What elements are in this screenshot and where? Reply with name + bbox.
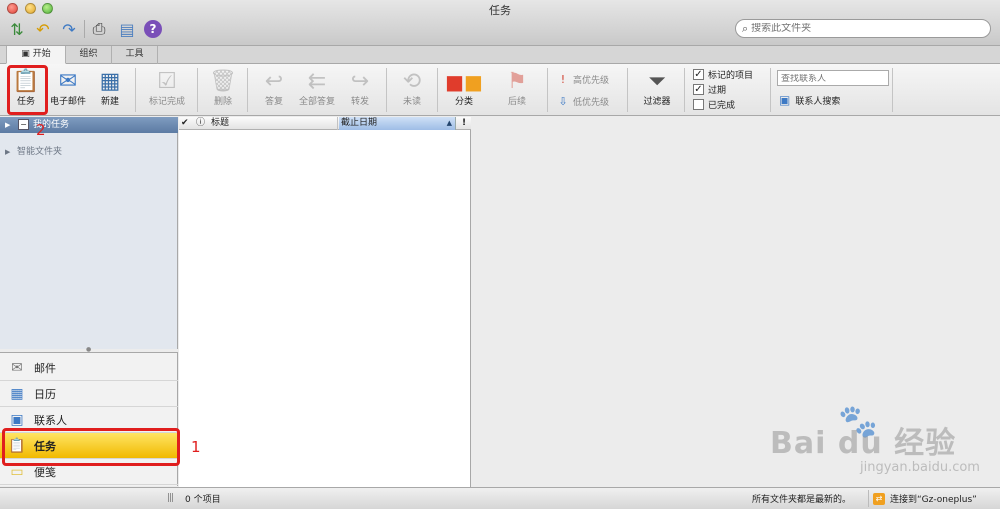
annotation-box-new-task [7, 65, 48, 115]
contact-search-button[interactable]: ▣ 联系人搜索 [779, 93, 840, 107]
follow-up-dropdown[interactable]: ⚑ 后续 [496, 68, 538, 112]
mail-icon: ✉ [11, 359, 23, 376]
forward-icon: ↪ [350, 69, 370, 94]
send-receive-icon[interactable]: ⇅ [6, 18, 28, 40]
annotation-number-2: 2 [36, 121, 46, 139]
ribbon-divider [135, 68, 136, 112]
folder-my-tasks[interactable]: ▶ − 我的任务 [0, 117, 178, 133]
new-email-button[interactable]: ✉ 电子邮件 [48, 68, 88, 112]
nav-item-mail[interactable]: ✉ 邮件 [0, 355, 178, 381]
overdue-checkbox[interactable]: ✓ 过期 [693, 83, 726, 96]
contacts-icon: ▣ [10, 411, 24, 428]
column-priority[interactable]: ! [457, 117, 471, 130]
reply-icon: ↩ [264, 69, 284, 94]
email-envelope-icon: ✉ [58, 69, 78, 94]
completed-column-icon[interactable]: ✔ [181, 117, 195, 130]
window-title: 任务 [489, 4, 511, 17]
ribbon-divider [197, 68, 198, 112]
flag-icon: ⚑ [507, 69, 527, 94]
tab-home-label: 开始 [32, 49, 51, 59]
ribbon-divider [892, 68, 893, 112]
disclosure-triangle-icon[interactable]: ▶ [5, 144, 10, 160]
column-due-date[interactable]: 截止日期 ▲ [339, 117, 456, 130]
baidu-watermark: 🐾 Bai du 经验 jingyan.baidu.com [742, 400, 992, 490]
find-contact-input[interactable] [778, 74, 886, 84]
search-field[interactable]: ⌕ [735, 19, 991, 38]
completed-checkbox[interactable]: 已完成 [693, 98, 735, 111]
unchecked-icon [693, 99, 704, 110]
sync-status: 所有文件夹都是最新的。 [752, 495, 852, 505]
contact-card-icon: ▣ [779, 93, 791, 107]
forward-button[interactable]: ↪ 转发 [342, 68, 378, 112]
categorize-dropdown[interactable]: ■■ 分类 [444, 68, 484, 112]
filters-dropdown[interactable]: ⏷ 过滤器 [636, 68, 678, 112]
info-column-icon[interactable]: ⓘ [196, 117, 208, 130]
annotation-number-1: 1 [191, 438, 201, 456]
funnel-icon: ⏷ [648, 69, 666, 94]
reply-button[interactable]: ↩ 答复 [256, 68, 292, 112]
tab-home[interactable]: ▣ 开始 [6, 46, 66, 64]
sort-ascending-icon: ▲ [446, 119, 452, 127]
undo-icon[interactable]: ↶ [32, 18, 54, 40]
task-folder-icon: − [18, 119, 29, 130]
calendar-view-icon[interactable]: ▤ [116, 18, 138, 40]
ribbon-divider [770, 68, 771, 112]
column-title[interactable]: 标题 [210, 117, 338, 130]
low-priority-button[interactable]: ⇩ 低优先级 [556, 95, 609, 108]
home-tab-icon: ▣ [21, 49, 30, 59]
find-contact-field[interactable] [777, 70, 889, 86]
unread-icon: ⟲ [402, 69, 422, 94]
folder-pane: ▶ − 我的任务 ▶ 智能文件夹 [0, 117, 178, 349]
folder-smart-folders[interactable]: ▶ 智能文件夹 [0, 144, 178, 160]
status-bar: ||| 0 个项目 所有文件夹都是最新的。 ⇄ 连接到“Gz-oneplus” [0, 487, 1000, 509]
ribbon-divider [627, 68, 628, 112]
nav-item-calendar[interactable]: ▦ 日历 [0, 381, 178, 407]
tab-organize[interactable]: 组织 [66, 46, 112, 64]
connection-status[interactable]: ⇄ 连接到“Gz-oneplus” [868, 490, 977, 507]
help-icon[interactable]: ? [144, 20, 162, 38]
print-icon[interactable]: ⎙ [88, 18, 110, 40]
high-priority-icon: ! [560, 73, 566, 86]
checked-icon: ✓ [693, 69, 704, 80]
title-bar: 任务 ⇅ ↶ ↷ ⎙ ▤ ? ⌕ [0, 0, 1000, 46]
categorize-icon: ■■ [445, 70, 483, 94]
search-icon: ⌕ [742, 21, 749, 35]
ribbon-divider [437, 68, 438, 112]
task-list: ✔ ⓘ 标题 截止日期 ▲ ! [179, 117, 471, 487]
ribbon: 📋 任务 ✉ 电子邮件 ▦ 新建 ☑ 标记完成 🗑 删除 ↩ 答复 ⇇ 全部答复… [0, 64, 1000, 116]
annotation-box-tasks [2, 428, 180, 466]
watermark-text: Bai du 经验 [770, 426, 957, 461]
trash-icon: 🗑 [209, 69, 237, 94]
tab-tools[interactable]: 工具 [112, 46, 158, 64]
flagged-items-checkbox[interactable]: ✓ 标记的项目 [693, 68, 753, 81]
redo-icon[interactable]: ↷ [58, 18, 80, 40]
high-priority-button[interactable]: ! 高优先级 [556, 73, 609, 86]
calendar-icon: ▦ [10, 385, 24, 402]
unread-button[interactable]: ⟲ 未读 [394, 68, 430, 112]
ribbon-tabs: ▣ 开始 组织 工具 [0, 46, 1000, 64]
mark-complete-button[interactable]: ☑ 标记完成 [145, 68, 189, 112]
mark-complete-icon: ☑ [157, 69, 177, 94]
watermark-url: jingyan.baidu.com [860, 460, 980, 475]
reply-all-icon: ⇇ [307, 69, 327, 94]
checked-icon: ✓ [693, 84, 704, 95]
resize-grip-icon[interactable]: ||| [167, 493, 174, 503]
ribbon-divider [247, 68, 248, 112]
disclosure-triangle-icon[interactable]: ▶ [5, 117, 10, 133]
ribbon-divider [547, 68, 548, 112]
item-count: 0 个项目 [185, 495, 221, 505]
reply-all-button[interactable]: ⇇ 全部答复 [296, 68, 338, 112]
toolbar-divider [84, 20, 85, 38]
delete-button[interactable]: 🗑 删除 [205, 68, 241, 112]
ribbon-divider [386, 68, 387, 112]
task-list-header: ✔ ⓘ 标题 截止日期 ▲ ! [179, 117, 471, 130]
connection-icon: ⇄ [873, 492, 885, 505]
new-item-icon: ▦ [99, 69, 121, 94]
ribbon-divider [684, 68, 685, 112]
low-priority-icon: ⇩ [558, 95, 568, 108]
new-item-dropdown[interactable]: ▦ 新建 [92, 68, 128, 112]
search-input[interactable] [751, 23, 972, 34]
